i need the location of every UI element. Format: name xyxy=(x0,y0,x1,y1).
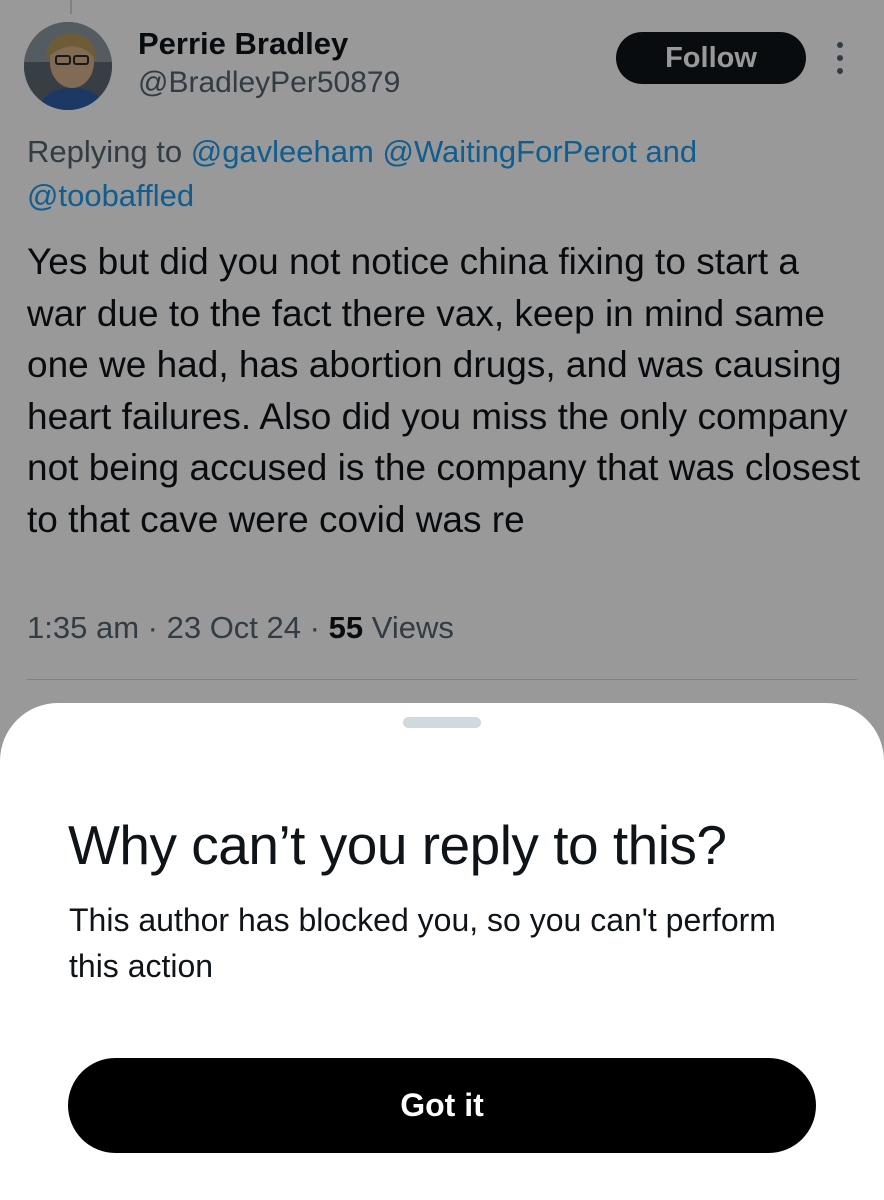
bottom-sheet: Why can’t you reply to this? This author… xyxy=(0,703,884,1200)
sheet-message: This author has blocked you, so you can'… xyxy=(69,902,776,984)
got-it-button[interactable]: Got it xyxy=(68,1058,816,1153)
sheet-title: Why can’t you reply to this? xyxy=(68,814,727,876)
sheet-drag-handle[interactable] xyxy=(403,717,481,728)
